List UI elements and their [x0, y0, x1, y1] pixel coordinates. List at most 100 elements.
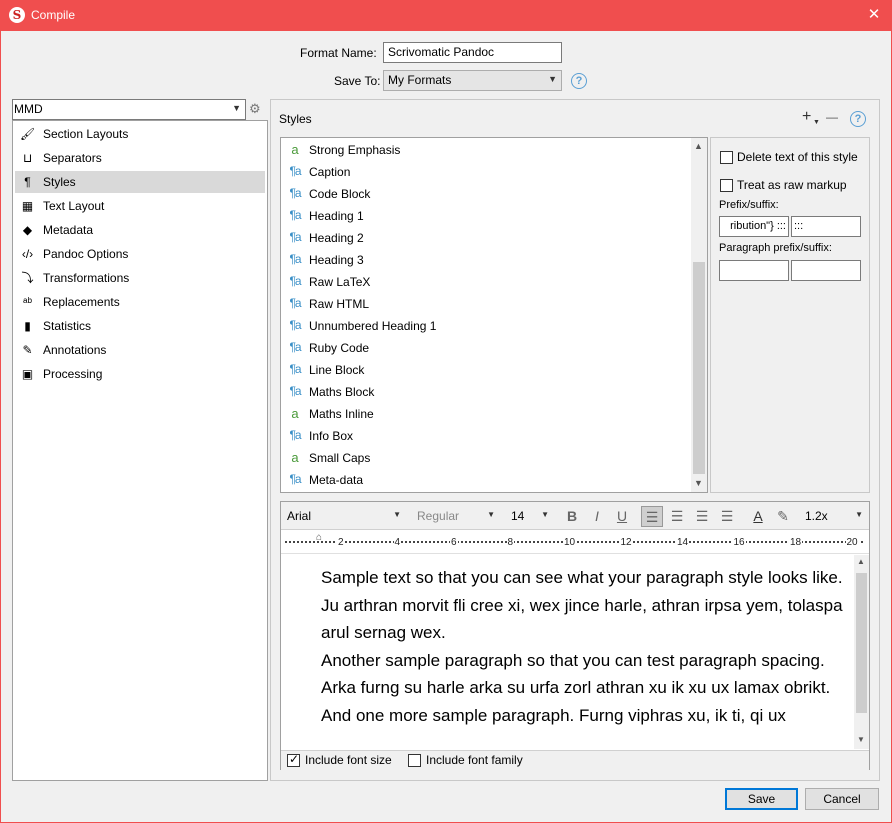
- scroll-thumb[interactable]: [856, 573, 867, 713]
- align-justify-button[interactable]: ☰: [691, 506, 713, 527]
- statistics-icon: ▮: [24, 319, 31, 333]
- chevron-down-icon: ▼: [487, 510, 495, 519]
- paragraph-suffix-input[interactable]: [791, 260, 861, 281]
- chevron-down-icon: ▼: [541, 510, 549, 519]
- paragraph-prefix-input[interactable]: [719, 260, 789, 281]
- scroll-down-icon[interactable]: ▼: [694, 478, 703, 488]
- save-button[interactable]: Save: [725, 788, 798, 810]
- replacements-icon: ᵃᵇ: [23, 295, 32, 309]
- scroll-up-icon[interactable]: ▲: [694, 141, 703, 151]
- cancel-button[interactable]: Cancel: [805, 788, 879, 810]
- style-name: Code Block: [309, 187, 371, 201]
- scroll-thumb[interactable]: [693, 262, 705, 474]
- style-list-item[interactable]: ¶a Raw LaTeX: [285, 271, 685, 293]
- sidebar-item-label: Metadata: [43, 223, 94, 237]
- prefix-input[interactable]: ribution"} :::: [719, 216, 789, 237]
- raw-markup-checkbox[interactable]: [720, 179, 733, 192]
- ruler-number: 18: [789, 537, 803, 548]
- include-font-family-checkbox[interactable]: [408, 754, 421, 767]
- style-name: Ruby Code: [309, 341, 370, 355]
- font-weight-value: Regular: [417, 509, 460, 523]
- style-list-item[interactable]: ¶a Line Block: [285, 359, 685, 381]
- chevron-down-icon[interactable]: ▼: [813, 119, 820, 126]
- style-list-item[interactable]: ¶a Maths Block: [285, 381, 685, 403]
- align-center-button[interactable]: ☰: [666, 506, 688, 527]
- style-preview-editor: Arial ▼ Regular ▼ 14 ▼ B I U ☰ ☰ ☰ ☰ A ✎ 1.…: [280, 501, 870, 770]
- annotations-icon: ✎: [22, 343, 33, 357]
- sidebar-item-pandoc-options[interactable]: ‹/› Pandoc Options: [15, 243, 265, 265]
- sidebar-item-label: Styles: [43, 175, 76, 189]
- sample-paragraph: Another sample paragraph so that you can…: [321, 650, 831, 698]
- ruler-number: 20: [845, 537, 859, 548]
- gear-icon[interactable]: ⚙: [249, 101, 261, 117]
- include-font-size-checkbox[interactable]: [287, 752, 300, 767]
- style-list-item[interactable]: a Maths Inline: [285, 403, 685, 425]
- format-name-input[interactable]: Scrivomatic Pandoc: [383, 42, 562, 63]
- font-family-dropdown[interactable]: Arial ▼: [283, 506, 405, 527]
- align-left-button[interactable]: ☰: [641, 506, 663, 527]
- sidebar-item-separators[interactable]: ⊔ Separators: [15, 147, 265, 169]
- sample-paragraph: Sample text so that you can see what you…: [321, 568, 843, 642]
- sample-text[interactable]: Sample text so that you can see what you…: [321, 564, 849, 744]
- scroll-up-icon[interactable]: ▲: [857, 557, 865, 566]
- ruler[interactable]: ⌂ 2 4 6 8 10 12 14 16 18 20: [281, 530, 869, 554]
- style-list-item[interactable]: ¶a Raw HTML: [285, 293, 685, 315]
- text-color-button[interactable]: A: [747, 506, 769, 527]
- text-layout-icon: ▦: [21, 199, 34, 213]
- save-to-help-icon[interactable]: ?: [571, 73, 587, 89]
- paragraph-prefix-suffix-label: Paragraph prefix/suffix:: [719, 242, 832, 254]
- remove-style-icon[interactable]: —: [826, 110, 838, 124]
- styles-scrollbar[interactable]: ▲ ▼: [691, 138, 707, 492]
- sidebar-item-processing[interactable]: ▣ Processing: [15, 363, 265, 385]
- save-to-dropdown[interactable]: My Formats ▼: [383, 70, 562, 91]
- format-type-dropdown[interactable]: MMD ▼: [12, 99, 246, 120]
- italic-button[interactable]: I: [586, 506, 608, 527]
- style-list-item[interactable]: ¶a Heading 1: [285, 205, 685, 227]
- style-list-item[interactable]: ¶a Code Block: [285, 183, 685, 205]
- sidebar-item-text-layout[interactable]: ▦ Text Layout: [15, 195, 265, 217]
- align-right-button[interactable]: ☰: [716, 506, 738, 527]
- style-list-item[interactable]: ¶a Unnumbered Heading 1: [285, 315, 685, 337]
- sidebar-item-replacements[interactable]: ᵃᵇ Replacements: [15, 291, 265, 313]
- include-options-bar: Include font size Include font family: [281, 750, 869, 770]
- styles-list[interactable]: ¶a Meta-data a Small Caps ¶a Info Box a Maths I…: [280, 137, 708, 493]
- preview-scrollbar[interactable]: ▲ ▼: [854, 555, 869, 749]
- sidebar-item-label: Replacements: [43, 295, 120, 309]
- line-spacing-dropdown[interactable]: 1.2x ▼: [801, 506, 867, 527]
- format-toolbar: Arial ▼ Regular ▼ 14 ▼ B I U ☰ ☰ ☰ ☰ A ✎ 1.…: [281, 502, 869, 530]
- style-list-item[interactable]: ¶a Caption: [285, 161, 685, 183]
- paragraph-style-icon: ¶a: [289, 252, 301, 266]
- delete-text-label: Delete text of this style: [737, 150, 858, 164]
- sidebar-item-section-layouts[interactable]: 🖌 Section Layouts: [15, 123, 265, 145]
- font-size-dropdown[interactable]: 14 ▼: [507, 506, 553, 527]
- sidebar-item-transformations[interactable]: ⤵ Transformations: [15, 267, 265, 289]
- style-name: Maths Inline: [309, 407, 374, 421]
- scroll-down-icon[interactable]: ▼: [857, 735, 865, 744]
- style-list-item[interactable]: ¶a Heading 3: [285, 249, 685, 271]
- close-icon[interactable]: ✕: [856, 0, 892, 31]
- underline-button[interactable]: U: [611, 506, 633, 527]
- sidebar-item-styles[interactable]: ¶ Styles: [15, 171, 265, 193]
- style-list-item[interactable]: ¶a Info Box: [285, 425, 685, 447]
- suffix-input[interactable]: :::: [791, 216, 861, 237]
- paragraph-style-icon: ¶a: [289, 472, 301, 486]
- style-name: Caption: [309, 165, 351, 179]
- styles-help-icon[interactable]: ?: [850, 111, 866, 127]
- delete-text-checkbox[interactable]: [720, 151, 733, 164]
- ruler-number: 12: [619, 537, 633, 548]
- style-list-item[interactable]: ¶a Ruby Code: [285, 337, 685, 359]
- sidebar-item-statistics[interactable]: ▮ Statistics: [15, 315, 265, 337]
- highlight-button[interactable]: ✎: [772, 506, 794, 527]
- line-spacing-value: 1.2x: [805, 509, 828, 523]
- indent-marker-icon[interactable]: ⌂: [316, 532, 322, 543]
- font-weight-dropdown[interactable]: Regular ▼: [413, 506, 499, 527]
- sidebar-item-metadata[interactable]: ◆ Metadata: [15, 219, 265, 241]
- style-list-item[interactable]: ¶a Meta-data: [285, 469, 685, 491]
- sidebar-item-annotations[interactable]: ✎ Annotations: [15, 339, 265, 361]
- style-name: Line Block: [309, 363, 365, 377]
- style-list-item[interactable]: a Strong Emphasis: [285, 139, 685, 161]
- style-list-item[interactable]: a Small Caps: [285, 447, 685, 469]
- add-style-icon[interactable]: +: [802, 108, 811, 126]
- style-list-item[interactable]: ¶a Heading 2: [285, 227, 685, 249]
- bold-button[interactable]: B: [561, 506, 583, 527]
